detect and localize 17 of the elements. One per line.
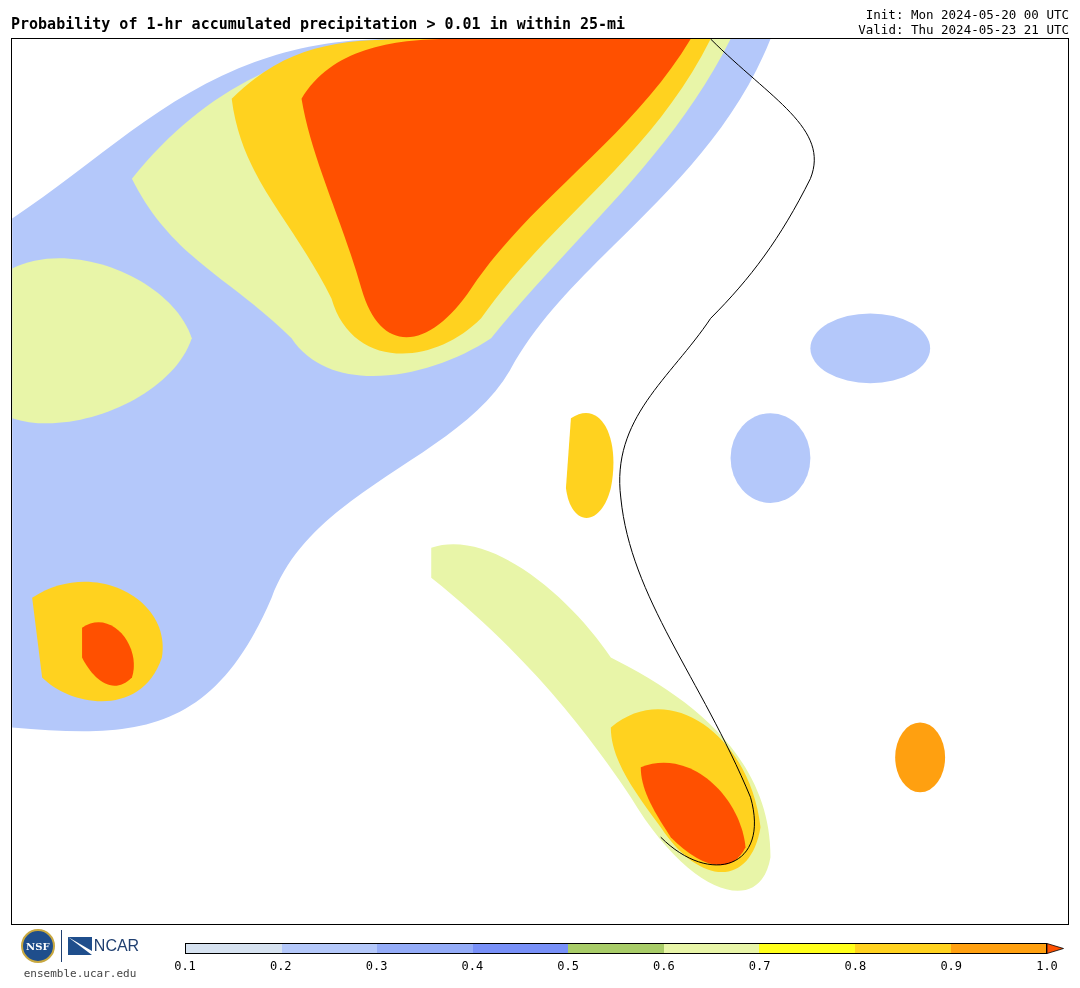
tick-label: 0.3 <box>365 960 388 972</box>
tick-label: 1.0 <box>1036 960 1058 972</box>
tick-label: 0.8 <box>844 960 867 972</box>
chart-title: Probability of 1-hr accumulated precipitation > 0.01 in within 25-mi <box>11 17 626 35</box>
tick-label: 0.2 <box>269 960 292 972</box>
tick-label: 0.5 <box>557 960 579 972</box>
site-url: ensemble.ucar.edu <box>23 966 137 982</box>
tick-label: 0.7 <box>748 960 771 972</box>
nsf-logo: NSF <box>20 929 55 963</box>
tick-label: 0.4 <box>461 960 484 972</box>
ncar-logo-icon <box>67 937 92 955</box>
tick-label: 0.6 <box>653 960 675 972</box>
valid-time: Valid: Thu 2024-05-23 21 UTC <box>858 22 1069 37</box>
ncar-logo-text: NCAR <box>93 938 140 954</box>
tick-label: 0.1 <box>174 960 196 972</box>
tick-label: 0.9 <box>940 960 963 972</box>
init-time: Init: Mon 2024-05-20 00 UTC <box>865 7 1069 22</box>
